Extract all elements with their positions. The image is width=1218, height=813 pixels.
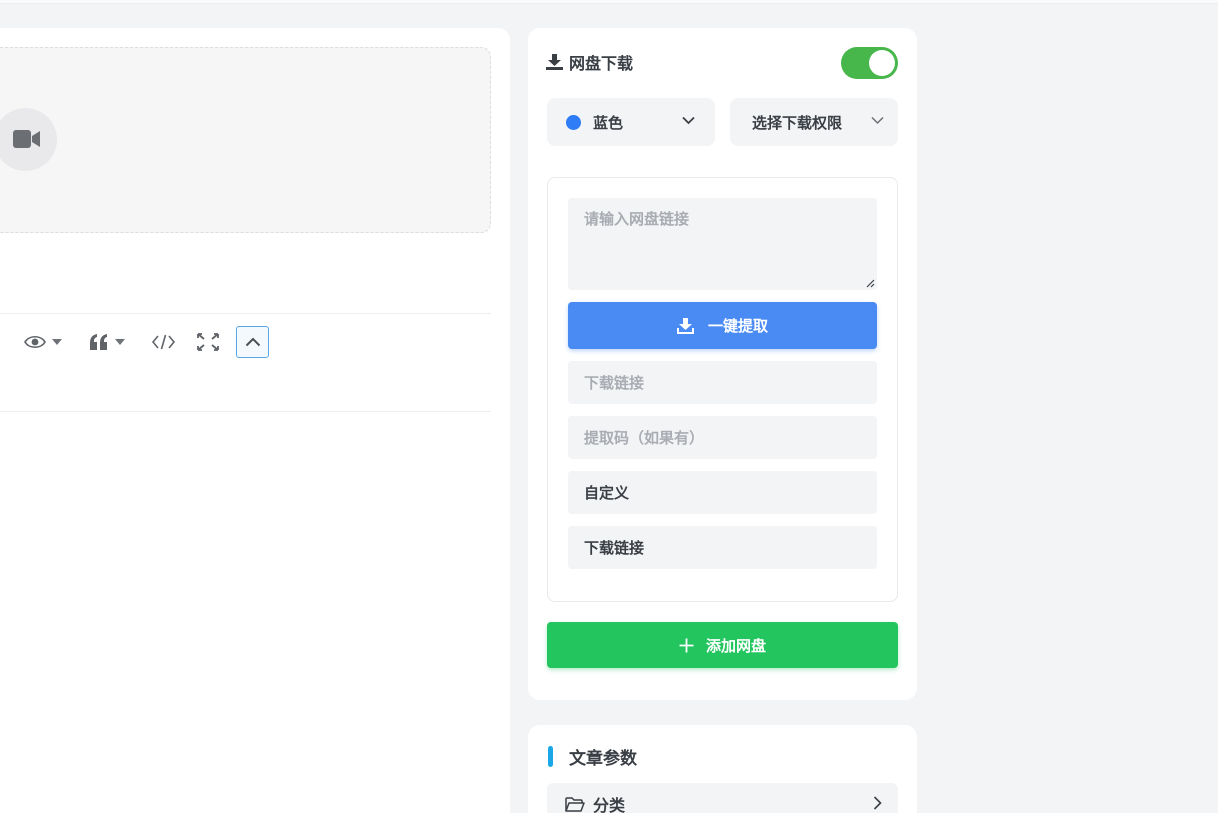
code-button[interactable] xyxy=(152,326,175,358)
category-label: 分类 xyxy=(593,796,626,813)
download-icon xyxy=(546,54,563,70)
disk-link-input[interactable] xyxy=(568,198,877,290)
editor-toolbar xyxy=(0,313,491,412)
editor-panel xyxy=(0,28,510,813)
quote-dropdown[interactable] xyxy=(89,326,125,358)
code-icon xyxy=(152,334,175,350)
chevron-right-icon xyxy=(873,796,882,810)
extract-code-field[interactable] xyxy=(568,416,877,459)
color-dot xyxy=(566,114,581,130)
folder-open-icon xyxy=(565,796,585,812)
permission-select[interactable]: 选择下载权限 xyxy=(730,98,898,146)
cloud-disk-toggle[interactable] xyxy=(841,47,898,79)
collapse-toolbar-button[interactable] xyxy=(236,326,269,358)
article-params-title: 文章参数 xyxy=(569,749,637,769)
download-icon xyxy=(676,317,694,334)
download-link-field[interactable] xyxy=(568,361,877,404)
video-camera-icon xyxy=(13,130,40,148)
caret-down-icon xyxy=(52,339,62,345)
extract-button[interactable]: 一键提取 xyxy=(568,302,877,349)
color-select-value: 蓝色 xyxy=(593,113,624,132)
cloud-disk-header: 网盘下载 xyxy=(546,50,633,74)
disk-link-form: 一键提取 xyxy=(547,177,898,602)
accent-bar xyxy=(548,746,553,767)
extract-button-label: 一键提取 xyxy=(707,317,768,335)
permission-select-value: 选择下载权限 xyxy=(752,113,843,132)
article-params-header: 文章参数 xyxy=(548,744,637,769)
quote-icon xyxy=(90,334,107,350)
top-strip xyxy=(0,0,1218,4)
custom-name-field[interactable] xyxy=(568,471,877,514)
cloud-disk-card: 网盘下载 蓝色 选择下载权限 一键提取 xyxy=(528,28,917,700)
toggle-knob xyxy=(869,50,895,76)
category-row[interactable]: 分类 xyxy=(547,783,898,813)
add-disk-button[interactable]: 添加网盘 xyxy=(547,622,898,668)
resize-grip-icon[interactable] xyxy=(866,279,875,288)
fullscreen-button[interactable] xyxy=(197,326,219,358)
fullscreen-icon xyxy=(197,333,219,351)
chevron-down-icon xyxy=(871,116,884,125)
chevron-up-icon xyxy=(245,337,260,347)
color-select[interactable]: 蓝色 xyxy=(547,98,715,146)
preview-dropdown[interactable] xyxy=(24,326,62,358)
plus-icon xyxy=(679,638,694,652)
caret-down-icon xyxy=(115,339,125,345)
chevron-down-icon xyxy=(682,116,695,125)
add-disk-button-label: 添加网盘 xyxy=(705,636,766,655)
download-link-label-field[interactable] xyxy=(568,526,877,569)
cloud-disk-title: 网盘下载 xyxy=(569,54,634,73)
eye-icon xyxy=(24,335,46,349)
article-params-card: 文章参数 分类 xyxy=(528,725,917,813)
video-upload-area[interactable] xyxy=(0,47,491,233)
